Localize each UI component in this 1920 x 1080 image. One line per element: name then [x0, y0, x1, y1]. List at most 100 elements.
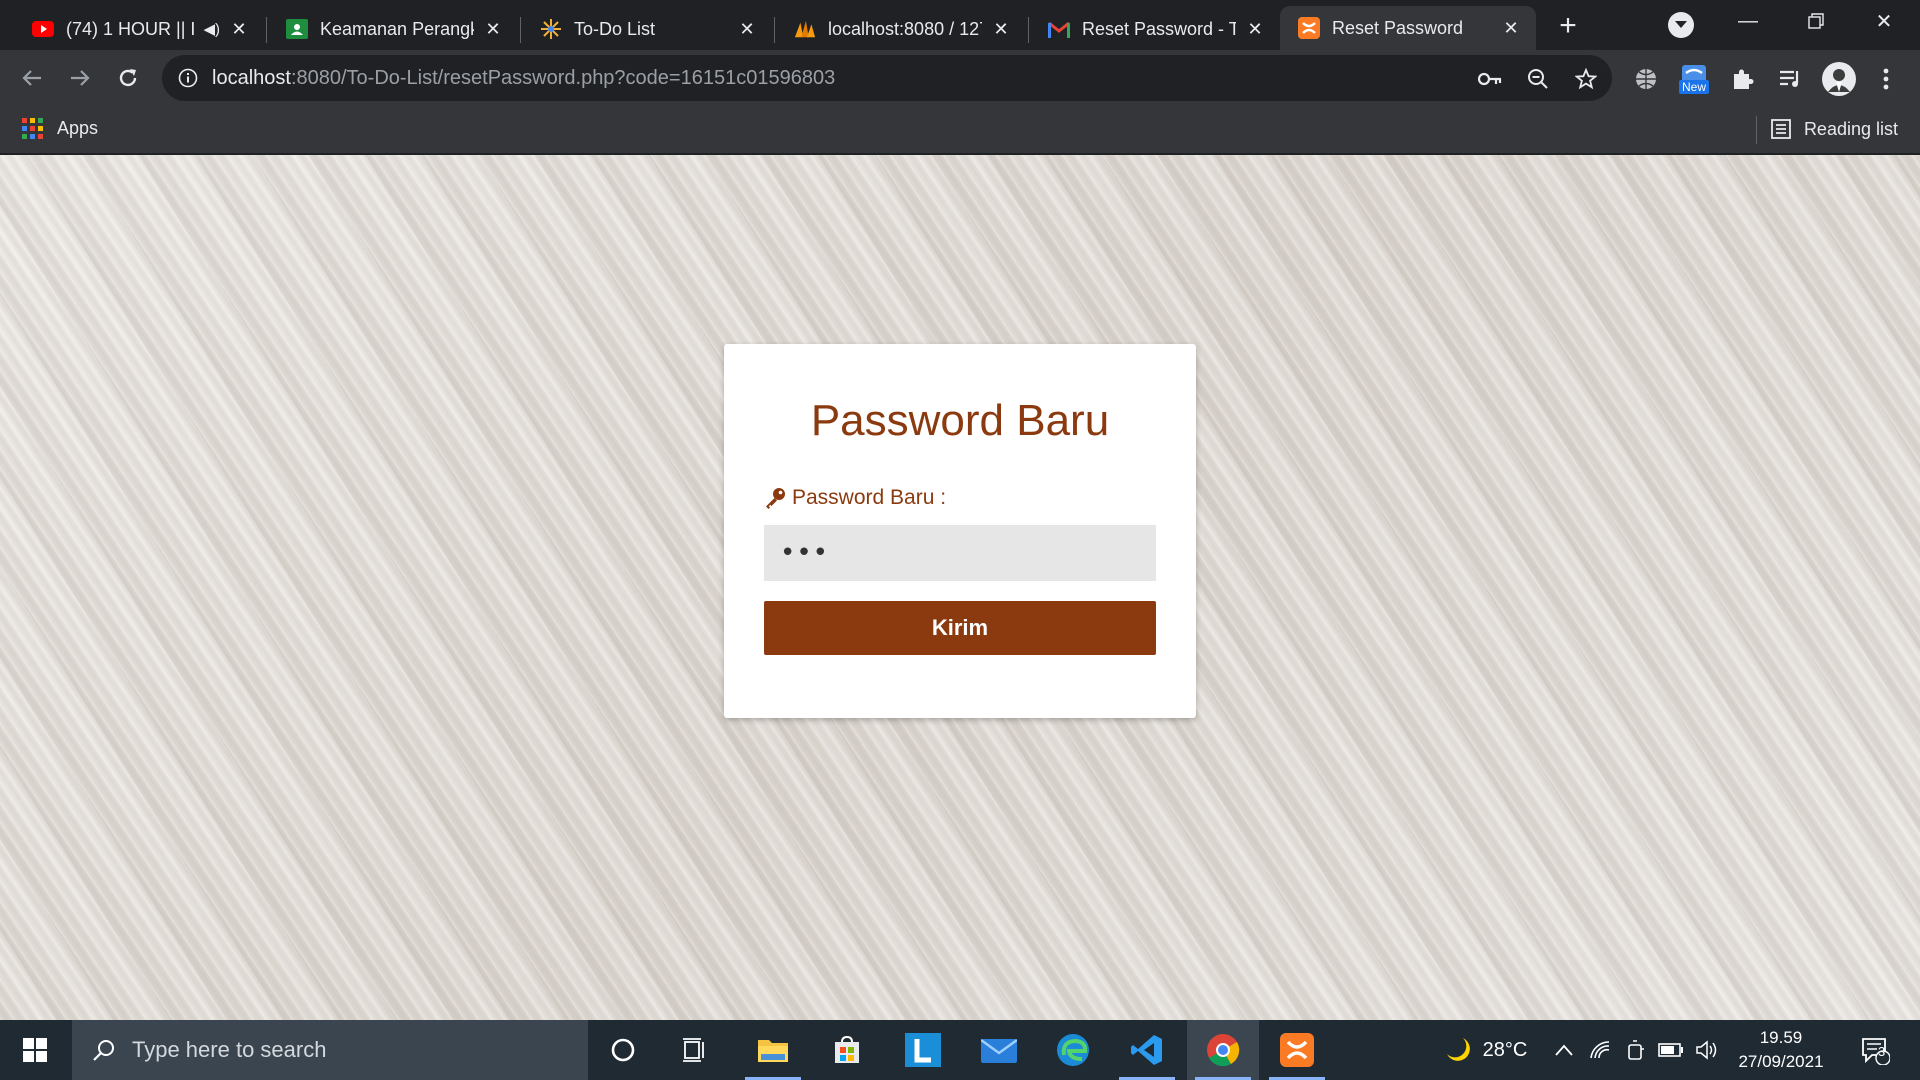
edge-browser-button[interactable]: [1037, 1020, 1109, 1080]
reload-button[interactable]: [110, 60, 146, 96]
moon-icon: [1446, 1038, 1470, 1061]
new-tab-button[interactable]: +: [1552, 9, 1584, 42]
tab-divider: [1028, 17, 1029, 43]
reading-list-label: Reading list: [1803, 118, 1898, 139]
forward-button[interactable]: [62, 60, 98, 96]
reload-icon: [119, 69, 137, 87]
reading-list-icon: [1771, 119, 1791, 139]
l-app-icon: [905, 1033, 941, 1067]
clock-date: 27/09/2021: [1738, 1052, 1824, 1071]
file-explorer-button[interactable]: [737, 1020, 809, 1080]
address-bar[interactable]: localhost:8080/To-Do-List/resetPassword.…: [162, 55, 1612, 101]
tab-divider: [774, 17, 775, 43]
mail-envelope-icon: [981, 1039, 1017, 1063]
restore-button[interactable]: [1798, 6, 1834, 36]
user-avatar-icon: [1828, 69, 1850, 92]
vscode-button[interactable]: [1111, 1020, 1183, 1080]
tab-todo-list[interactable]: To-Do List ✕: [522, 8, 772, 50]
browser-menu-icon[interactable]: [1872, 65, 1900, 93]
bookmark-star-icon[interactable]: [1574, 67, 1598, 91]
close-tab-icon[interactable]: ✕: [1244, 18, 1266, 40]
chevron-up-icon: [1555, 1044, 1573, 1056]
profile-avatar[interactable]: [1822, 62, 1856, 96]
speaker-icon[interactable]: ◀): [203, 20, 220, 38]
page-viewport: Password Baru Password Baru : Kirim: [0, 155, 1920, 1020]
back-button[interactable]: [14, 60, 50, 96]
tab-youtube[interactable]: (74) 1 HOUR || I ◀) ✕: [14, 8, 264, 50]
password-key-icon[interactable]: [1478, 67, 1502, 91]
tab-divider: [266, 17, 267, 43]
start-button[interactable]: [0, 1020, 70, 1080]
extension-globe-icon[interactable]: [1632, 65, 1660, 93]
speaker-icon: [1696, 1040, 1717, 1060]
search-icon: [92, 1038, 116, 1062]
xampp-icon: [1280, 1033, 1314, 1067]
tab-phpmyadmin[interactable]: localhost:8080 / 127 ✕: [776, 8, 1026, 50]
temperature: 28°C: [1482, 1038, 1528, 1061]
taskbar-search-box[interactable]: Type here to search: [72, 1020, 588, 1080]
search-placeholder: Type here to search: [132, 1037, 327, 1062]
close-tab-icon[interactable]: ✕: [736, 18, 758, 40]
clock[interactable]: 19.59 27/09/2021: [1726, 1026, 1836, 1074]
new-badge: New: [1678, 80, 1709, 94]
edge-icon: [1057, 1034, 1089, 1066]
close-tab-icon[interactable]: ✕: [990, 18, 1012, 40]
tab-divider: [520, 17, 521, 43]
tab-reset-password[interactable]: Reset Password ✕: [1280, 6, 1536, 50]
close-tab-icon[interactable]: ✕: [228, 18, 250, 40]
reading-list-button[interactable]: Reading list: [1770, 118, 1898, 140]
close-window-button[interactable]: ✕: [1866, 6, 1902, 36]
extension-new-icon[interactable]: New: [1676, 59, 1712, 99]
battery-icon: [1658, 1043, 1683, 1057]
url-text: localhost:8080/To-Do-List/resetPassword.…: [212, 67, 835, 90]
media-queue-icon[interactable]: [1776, 65, 1804, 93]
bookmarks-bar: Apps Reading list: [0, 106, 1920, 154]
device-button[interactable]: [1622, 1020, 1650, 1080]
site-info-icon[interactable]: [178, 68, 198, 93]
network-button[interactable]: [1586, 1020, 1614, 1080]
device-icon: [1628, 1040, 1644, 1060]
tab-title: To-Do List: [574, 18, 656, 39]
weather-widget[interactable]: 28°C: [1432, 1020, 1538, 1080]
volume-button[interactable]: [1692, 1020, 1722, 1080]
password-field-label: Password Baru :: [764, 486, 946, 510]
cortana-button[interactable]: [587, 1020, 659, 1080]
mail-button[interactable]: [963, 1020, 1035, 1080]
tab-title: Reset Password - To: [1082, 18, 1236, 39]
vscode-icon: [1131, 1035, 1162, 1065]
new-password-input[interactable]: [764, 525, 1156, 581]
folder-icon: [758, 1040, 788, 1062]
extensions-puzzle-icon[interactable]: [1728, 65, 1756, 93]
action-center-button[interactable]: 3: [1850, 1020, 1900, 1080]
close-tab-icon[interactable]: ✕: [1500, 17, 1522, 39]
submit-button[interactable]: Kirim: [764, 601, 1156, 655]
password-label-text: Password Baru :: [792, 486, 947, 509]
clock-time: 19.59: [1759, 1028, 1803, 1047]
forward-arrow-icon: [71, 70, 90, 86]
tab-gmail[interactable]: Reset Password - To ✕: [1030, 8, 1280, 50]
gmail-icon: [1048, 18, 1070, 40]
tab-search-button[interactable]: [1668, 12, 1694, 38]
url-host: localhost: [212, 67, 291, 89]
key-icon: [764, 487, 786, 509]
classroom-icon: [286, 18, 308, 40]
restore-icon: [1808, 13, 1824, 29]
chrome-icon: [1207, 1034, 1240, 1067]
show-hidden-icons[interactable]: [1550, 1020, 1578, 1080]
battery-button[interactable]: [1656, 1020, 1686, 1080]
close-tab-icon[interactable]: ✕: [482, 18, 504, 40]
task-view-button[interactable]: [659, 1020, 731, 1080]
xampp-button[interactable]: [1261, 1020, 1333, 1080]
browser-toolbar: localhost:8080/To-Do-List/resetPassword.…: [0, 50, 1920, 106]
task-view-icon: [683, 1038, 704, 1062]
chrome-button[interactable]: [1187, 1020, 1259, 1080]
notification-count: 3: [1878, 1044, 1886, 1059]
microsoft-store-button[interactable]: [811, 1020, 883, 1080]
zoom-icon[interactable]: [1526, 67, 1550, 91]
tab-keamanan[interactable]: Keamanan Perangkat ✕: [268, 8, 518, 50]
launcher-l-button[interactable]: [887, 1020, 959, 1080]
tab-title: Reset Password: [1332, 17, 1464, 38]
apps-shortcut[interactable]: Apps: [22, 118, 98, 139]
xampp-icon: [1298, 17, 1320, 39]
minimize-button[interactable]: —: [1730, 6, 1766, 36]
